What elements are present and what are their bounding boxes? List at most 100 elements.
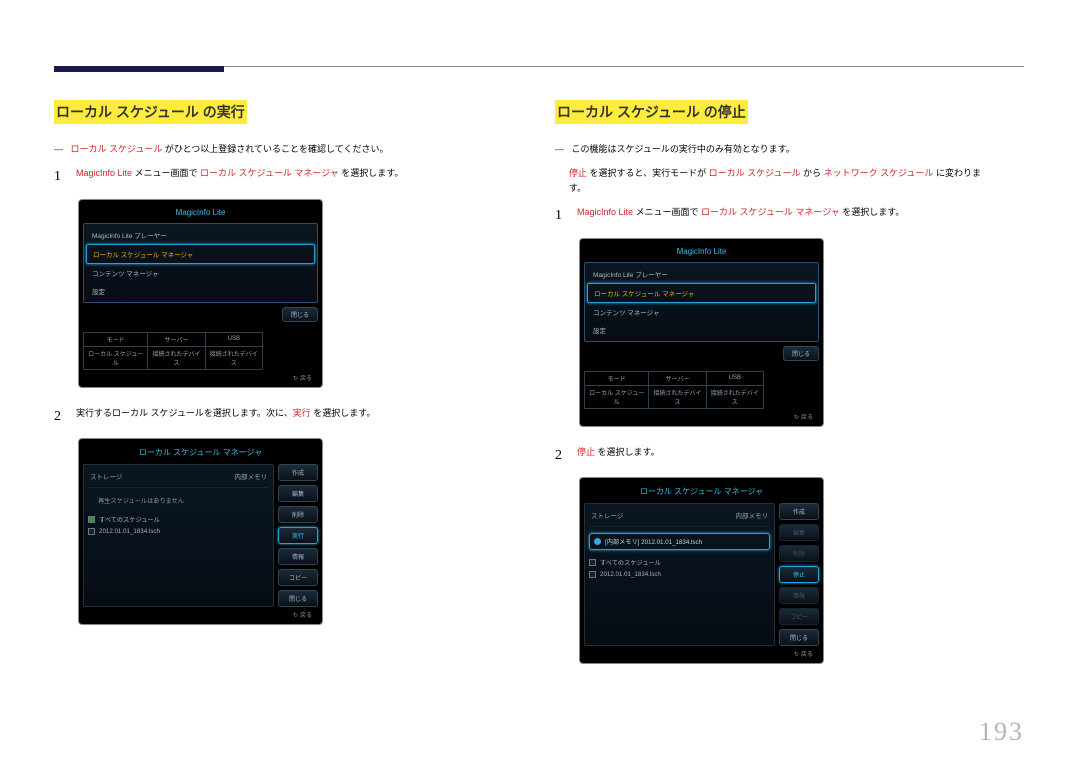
note-stop-1: ― この機能はスケジュールの実行中のみ有効となります。	[555, 142, 995, 156]
btn-stop[interactable]: 停止	[779, 566, 819, 583]
btn-copy[interactable]: コピー	[278, 569, 318, 586]
td: 接続されたデバイス	[148, 346, 205, 369]
mgr-buttons: 作成 編集 削除 実行 情報 コピー 閉じる	[278, 464, 318, 607]
btn-edit[interactable]: 編集	[779, 524, 819, 541]
empty-msg: 再生スケジュールはありません	[88, 494, 269, 513]
close-button[interactable]: 閉じる	[783, 346, 819, 361]
dash-icon: ―	[54, 142, 68, 156]
step-1-stop: 1 MagicInfo Lite メニュー画面で ローカル スケジュール マネー…	[555, 205, 995, 227]
return-icon: ↺	[794, 651, 799, 658]
return-label: 戻る	[801, 415, 813, 421]
return-row[interactable]: ↺戻る	[584, 409, 819, 422]
menu-list: MagicInfo Lite プレーヤー ローカル スケジュール マネージャ コ…	[584, 262, 819, 342]
note-rest: がひとつ以上登録されていることを確認してください。	[162, 144, 388, 154]
dash-icon: ―	[555, 142, 569, 156]
text: を選択します。	[311, 408, 376, 418]
btn-close[interactable]: 閉じる	[278, 590, 318, 607]
label: 2012.01.01_1834.lsch	[99, 528, 160, 535]
td: 接続されたデバイス	[649, 385, 706, 408]
left-column: ローカル スケジュール の実行 ― ローカル スケジュール がひとつ以上登録され…	[54, 100, 494, 643]
status-table: モード サーバー USB ローカル スケジュール 接続されたデバイス 接続された…	[83, 332, 263, 370]
btn-create[interactable]: 作成	[779, 503, 819, 520]
status-dot-icon	[594, 538, 601, 545]
td: ローカル スケジュール	[84, 346, 148, 369]
hl: 実行	[293, 408, 311, 418]
hl: ローカル スケジュール マネージャ	[701, 207, 840, 217]
btn-info[interactable]: 情報	[278, 548, 318, 565]
return-row[interactable]: ↺戻る	[83, 607, 318, 620]
check-file[interactable]: 2012.01.01_1834.lsch	[589, 569, 770, 580]
th: USB	[205, 332, 262, 346]
menu-item-selected[interactable]: ローカル スケジュール マネージャ	[86, 244, 315, 264]
return-row[interactable]: ↺戻る	[584, 646, 819, 659]
close-row: 閉じる	[584, 346, 819, 361]
file: 2012.01.01_1834.lsch	[641, 539, 702, 546]
step-2-run: 2 実行するローカル スケジュールを選択します。次に、実行 を選択します。	[54, 406, 494, 428]
menu-item[interactable]: 設定	[587, 321, 816, 339]
return-label: 戻る	[300, 613, 312, 619]
step-2-stop: 2 停止 を選択します。	[555, 445, 995, 467]
text: を選択します。	[595, 447, 660, 457]
check-all[interactable]: すべてのスケジュール	[589, 556, 770, 569]
internal-label: 内部メモリ	[736, 510, 769, 520]
note-hl: ローカル スケジュール	[71, 144, 163, 154]
th: USB	[706, 371, 763, 385]
btn-delete[interactable]: 削除	[779, 545, 819, 562]
checkbox-icon	[589, 571, 596, 578]
btn-info[interactable]: 情報	[779, 587, 819, 604]
label: すべてのスケジュール	[600, 558, 661, 567]
mgr-buttons: 作成 編集 削除 停止 情報 コピー 閉じる	[779, 503, 819, 646]
page-number: 193	[979, 717, 1024, 747]
menu-item[interactable]: MagicInfo Lite プレーヤー	[587, 265, 816, 283]
mgr-content: ストレージ 内部メモリ 再生スケジュールはありません すべてのスケジュール 20…	[83, 464, 274, 607]
hl: MagicInfo Lite	[76, 168, 132, 178]
close-row: 閉じる	[83, 307, 318, 322]
top-mark	[54, 66, 224, 72]
note-stop-2: 停止 を選択すると、実行モードが ローカル スケジュール から ネットワーク ス…	[555, 166, 995, 195]
th: モード	[585, 371, 649, 385]
btn-run[interactable]: 実行	[278, 527, 318, 544]
menu-list: MagicInfo Lite プレーヤー ローカル スケジュール マネージャ コ…	[83, 223, 318, 303]
td: ローカル スケジュール	[585, 385, 649, 408]
menu-item[interactable]: 設定	[86, 282, 315, 300]
menu-item[interactable]: コンテンツ マネージャ	[86, 264, 315, 282]
hl: ローカル スケジュール マネージャ	[200, 168, 339, 178]
running-item[interactable]: [内部メモリ] 2012.01.01_1834.lsch	[589, 533, 770, 550]
th: サーバー	[649, 371, 706, 385]
return-row[interactable]: ↺戻る	[83, 370, 318, 383]
text: メニュー画面で	[633, 207, 701, 217]
th: モード	[84, 332, 148, 346]
step-number: 1	[555, 205, 569, 227]
manager-panel-stop: ローカル スケジュール マネージャ ストレージ 内部メモリ [内部メモリ] 20…	[579, 477, 824, 664]
check-all[interactable]: すべてのスケジュール	[88, 513, 269, 526]
menu-item-selected[interactable]: ローカル スケジュール マネージャ	[587, 283, 816, 303]
checkbox-icon	[88, 516, 95, 523]
btn-edit[interactable]: 編集	[278, 485, 318, 502]
return-label: 戻る	[801, 652, 813, 658]
checkbox-icon	[88, 528, 95, 535]
check-file[interactable]: 2012.01.01_1834.lsch	[88, 526, 269, 537]
return-label: 戻る	[300, 376, 312, 382]
text: この機能はスケジュールの実行中のみ有効となります。	[572, 142, 992, 156]
right-column: ローカル スケジュール の停止 ― この機能はスケジュールの実行中のみ有効となり…	[555, 100, 995, 682]
internal-label: 内部メモリ	[235, 471, 268, 481]
text: を選択します。	[339, 168, 404, 178]
close-button[interactable]: 閉じる	[282, 307, 318, 322]
device-menu-panel: MagicInfo Lite MagicInfo Lite プレーヤー ローカル…	[78, 199, 323, 388]
btn-delete[interactable]: 削除	[278, 506, 318, 523]
storage-label: ストレージ	[90, 471, 122, 481]
menu-item[interactable]: MagicInfo Lite プレーヤー	[86, 226, 315, 244]
btn-close[interactable]: 閉じる	[779, 629, 819, 646]
return-icon: ↺	[293, 612, 298, 619]
return-icon: ↺	[794, 414, 799, 421]
step-1-run: 1 MagicInfo Lite メニュー画面で ローカル スケジュール マネー…	[54, 166, 494, 188]
page: ローカル スケジュール の実行 ― ローカル スケジュール がひとつ以上登録され…	[0, 0, 1080, 763]
btn-copy[interactable]: コピー	[779, 608, 819, 625]
menu-item[interactable]: コンテンツ マネージャ	[587, 303, 816, 321]
step-number: 2	[555, 445, 569, 467]
hl: ローカル スケジュール	[709, 168, 801, 178]
btn-create[interactable]: 作成	[278, 464, 318, 481]
status-table: モード サーバー USB ローカル スケジュール 接続されたデバイス 接続された…	[584, 371, 764, 409]
manager-panel-run: ローカル スケジュール マネージャ ストレージ 内部メモリ 再生スケジュールはあ…	[78, 438, 323, 625]
step-number: 2	[54, 406, 68, 428]
